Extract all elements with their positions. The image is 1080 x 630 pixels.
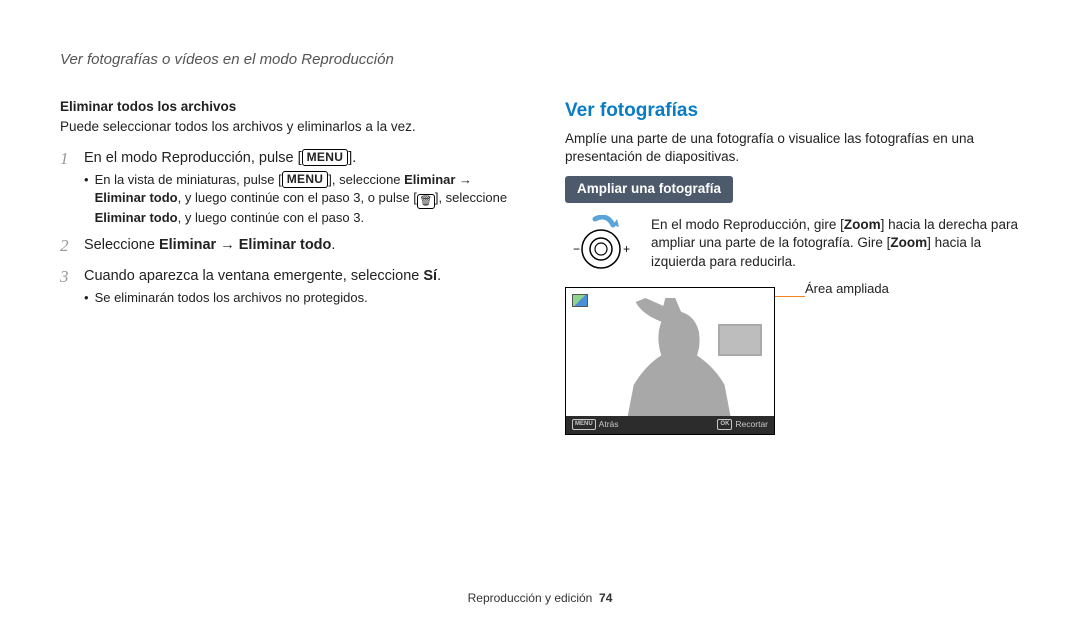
content-columns: Eliminar todos los archivos Puede selecc…: [60, 98, 1020, 434]
section-title: Ver fotografías: [565, 98, 1020, 124]
step-number: 2: [60, 236, 74, 256]
svg-text:−: −: [573, 242, 580, 256]
footer-page-number: 74: [599, 591, 612, 605]
footer-back-label: Atrás: [599, 419, 619, 430]
zoom-row: − + En el modo Reproducción, gire [Zoom]…: [565, 215, 1020, 273]
s3-b: .: [437, 268, 441, 284]
screen-footer: MENU Atrás OK Recortar: [566, 416, 774, 434]
silhouette-icon: [606, 298, 774, 426]
callout-label: Área ampliada: [805, 280, 889, 298]
camera-screen: MENU Atrás OK Recortar: [565, 287, 775, 435]
page-footer: Reproducción y edición 74: [0, 590, 1080, 606]
ok-mini-icon: OK: [717, 419, 732, 430]
step-body: Seleccione Eliminar → Eliminar todo.: [84, 236, 515, 256]
s2-b: →: [216, 237, 239, 253]
bold-si: Sí: [423, 268, 437, 284]
subhead-delete-all: Eliminar todos los archivos: [60, 98, 515, 116]
s1b-c: →: [455, 172, 472, 187]
zt-a: En el modo Reproducción, gire [: [651, 217, 844, 232]
trash-icon: 🗑: [417, 194, 435, 209]
step-number: 3: [60, 267, 74, 307]
s3-bullet-text: Se eliminarán todos los archivos no prot…: [95, 289, 368, 307]
s1b-b: ], seleccione: [328, 172, 404, 187]
s2-a: Seleccione: [84, 237, 159, 253]
page-header: Ver fotografías o vídeos en el modo Repr…: [60, 50, 1020, 70]
step1-text-a: En el modo Reproducción, pulse [: [84, 150, 302, 166]
subsection-pill: Ampliar una fotografía: [565, 176, 733, 202]
step1-bullet: En la vista de miniaturas, pulse [MENU],…: [84, 171, 515, 226]
bold-eliminar: Eliminar: [404, 172, 455, 187]
inset-area: [718, 324, 762, 356]
bold-zoom-2: Zoom: [890, 235, 927, 250]
right-column: Ver fotografías Amplíe una parte de una …: [565, 98, 1020, 434]
s3-a: Cuando aparezca la ventana emergente, se…: [84, 268, 423, 284]
bold-zoom-1: Zoom: [844, 217, 881, 232]
step-1: 1 En el modo Reproducción, pulse [MENU].…: [60, 149, 515, 227]
step3-bullet: Se eliminarán todos los archivos no prot…: [84, 289, 515, 307]
step-body: Cuando aparezca la ventana emergente, se…: [84, 267, 515, 307]
intro-text: Puede seleccionar todos los archivos y e…: [60, 118, 515, 136]
s1b-a: En la vista de miniaturas, pulse [: [95, 172, 282, 187]
callout: Área ampliada: [783, 320, 889, 338]
s1b-e: ], seleccione: [435, 190, 507, 205]
zoom-dial-icon: − +: [565, 215, 637, 273]
footer-section: Reproducción y edición: [468, 591, 593, 605]
svg-text:+: +: [623, 242, 630, 256]
zoom-instructions: En el modo Reproducción, gire [Zoom] hac…: [651, 216, 1020, 271]
screen-example: MENU Atrás OK Recortar Área ampliada: [565, 287, 1020, 435]
bold-eliminar-todo: Eliminar todo: [95, 190, 178, 205]
step1-text-b: ].: [348, 150, 356, 166]
bold-eliminar-todo-2: Eliminar todo: [95, 210, 178, 225]
menu-button-icon: MENU: [282, 171, 329, 188]
right-intro: Amplíe una parte de una fotografía o vis…: [565, 130, 1020, 166]
menu-button-icon: MENU: [302, 149, 349, 166]
bold-eliminar-todo-step2: Eliminar todo: [239, 237, 332, 253]
step-number: 1: [60, 149, 74, 227]
s1b-d: , y luego continúe con el paso 3, o puls…: [178, 190, 417, 205]
menu-mini-icon: MENU: [572, 419, 596, 430]
bold-eliminar-step2: Eliminar: [159, 237, 216, 253]
step-3: 3 Cuando aparezca la ventana emergente, …: [60, 267, 515, 307]
screen-body: [566, 288, 774, 416]
step-body: En el modo Reproducción, pulse [MENU]. E…: [84, 149, 515, 227]
step-list: 1 En el modo Reproducción, pulse [MENU].…: [60, 149, 515, 307]
footer-back: MENU Atrás: [572, 419, 619, 430]
thumbnail-icon: [572, 294, 588, 307]
footer-crop: OK Recortar: [717, 419, 768, 430]
callout-line: [775, 296, 805, 297]
left-column: Eliminar todos los archivos Puede selecc…: [60, 98, 515, 434]
s2-c: .: [331, 237, 335, 253]
step-2: 2 Seleccione Eliminar → Eliminar todo.: [60, 236, 515, 256]
s1b-f: , y luego continúe con el paso 3.: [178, 210, 364, 225]
footer-crop-label: Recortar: [735, 419, 768, 430]
